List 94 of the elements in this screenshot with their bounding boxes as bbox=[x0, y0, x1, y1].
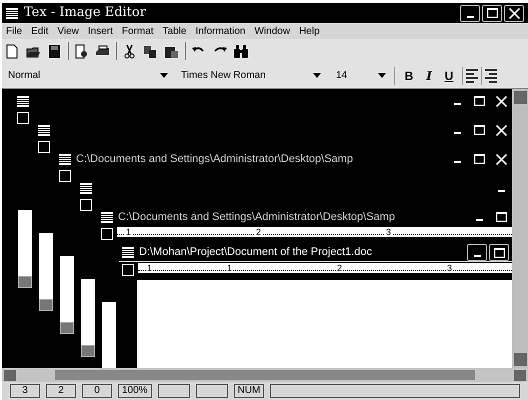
minimize-button[interactable] bbox=[460, 4, 480, 22]
ruler-corner bbox=[17, 112, 29, 124]
close-icon bbox=[496, 154, 506, 164]
binoculars-icon[interactable] bbox=[233, 44, 249, 58]
print-preview-icon[interactable] bbox=[74, 44, 90, 58]
document-icon[interactable] bbox=[6, 8, 18, 18]
dropdown-arrow-icon bbox=[378, 73, 386, 78]
close-button[interactable] bbox=[504, 4, 524, 22]
ruler-number: 2 bbox=[255, 227, 262, 237]
minimize-icon bbox=[474, 255, 480, 257]
window-title: Tex - Image Editor bbox=[24, 4, 146, 22]
vertical-scrollbar[interactable] bbox=[512, 89, 528, 368]
font-dropdown[interactable]: Times New Roman bbox=[181, 68, 321, 83]
ruler-number: 3 bbox=[446, 263, 454, 273]
scrollbar[interactable] bbox=[18, 210, 32, 288]
menu-item[interactable]: Information bbox=[195, 24, 246, 38]
menu-item[interactable]: Table bbox=[162, 24, 186, 38]
menu-item[interactable]: Help bbox=[299, 24, 320, 38]
horizontal-scrollbar[interactable] bbox=[2, 368, 528, 382]
maximize-icon bbox=[486, 8, 498, 18]
menu-item[interactable]: View bbox=[57, 24, 79, 38]
ruler-number: 3 bbox=[385, 227, 392, 237]
document-title: D:\Mohan\Project\Document of the Project1.doc bbox=[139, 245, 372, 260]
ruler-corner bbox=[80, 198, 92, 210]
close-icon bbox=[496, 124, 506, 136]
underline-button[interactable]: U bbox=[439, 66, 459, 84]
ruler-number: 2 bbox=[336, 263, 344, 273]
document-icon[interactable] bbox=[101, 212, 113, 222]
menu-item[interactable]: Window bbox=[254, 24, 290, 38]
ruler-corner bbox=[38, 140, 50, 152]
minimize-icon bbox=[476, 219, 482, 221]
scrollbar[interactable] bbox=[60, 256, 74, 334]
minimize-button[interactable] bbox=[467, 244, 487, 261]
menu-item[interactable]: Insert bbox=[88, 24, 113, 38]
minimize-icon bbox=[454, 132, 460, 134]
close-button[interactable] bbox=[493, 152, 509, 166]
document-title-bar[interactable]: C:\Documents and Settings\Administrator\Desktop\Samp bbox=[98, 208, 512, 226]
italic-button[interactable]: I bbox=[419, 66, 439, 84]
maximize-button[interactable] bbox=[482, 4, 502, 22]
maximize-icon bbox=[496, 212, 506, 222]
status-panel: 2 bbox=[46, 384, 76, 398]
maximize-button[interactable] bbox=[471, 152, 487, 166]
status-panel: 0 bbox=[82, 384, 112, 398]
close-icon bbox=[496, 96, 506, 106]
minimize-icon bbox=[466, 16, 474, 18]
document-icon[interactable] bbox=[38, 124, 50, 136]
status-panel bbox=[158, 384, 190, 398]
close-button[interactable] bbox=[493, 123, 509, 137]
ruler-corner bbox=[122, 264, 134, 276]
copy-icon[interactable] bbox=[143, 44, 159, 58]
close-button[interactable] bbox=[493, 94, 509, 108]
status-panel: 3 bbox=[10, 384, 40, 398]
maximize-button[interactable] bbox=[489, 244, 509, 261]
maximize-icon bbox=[474, 154, 484, 164]
style-dropdown[interactable]: Normal bbox=[8, 68, 168, 83]
maximize-icon bbox=[474, 96, 484, 106]
ruler-number: 1 bbox=[146, 263, 154, 273]
document-title-bar[interactable]: D:\Mohan\Project\Document of the Project1.doc bbox=[119, 244, 512, 262]
document-icon[interactable] bbox=[80, 182, 92, 194]
document-icon[interactable] bbox=[122, 247, 134, 258]
maximize-button[interactable] bbox=[471, 123, 487, 137]
scrollbar[interactable] bbox=[39, 233, 53, 311]
minimize-icon bbox=[454, 103, 460, 105]
floppy-icon[interactable] bbox=[47, 44, 63, 58]
maximize-icon bbox=[474, 125, 484, 135]
status-panel: NUM bbox=[234, 384, 264, 398]
close-icon bbox=[508, 8, 520, 18]
scrollbar[interactable] bbox=[102, 302, 116, 368]
scrollbar[interactable] bbox=[81, 279, 95, 357]
status-panel: 100% bbox=[118, 384, 152, 398]
align-right-icon[interactable] bbox=[485, 68, 497, 82]
document-title: C:\Documents and Settings\Administrator\Desktop\Samp bbox=[118, 210, 395, 225]
menu-item[interactable]: Edit bbox=[31, 24, 48, 38]
dropdown-arrow-icon bbox=[160, 73, 168, 78]
status-panel bbox=[196, 384, 228, 398]
maximize-icon bbox=[494, 248, 504, 258]
dropdown-arrow-icon bbox=[313, 73, 321, 78]
ruler-number: 1 bbox=[125, 227, 132, 237]
ruler-corner bbox=[101, 228, 113, 240]
align-left-icon[interactable] bbox=[466, 68, 478, 82]
ruler-corner bbox=[59, 170, 71, 182]
minimize-icon bbox=[454, 161, 460, 163]
menu-item[interactable]: Format bbox=[122, 24, 154, 38]
size-dropdown[interactable]: 14 bbox=[336, 68, 386, 83]
document-title: C:\Documents and Settings\Administrator\Desktop\Samp bbox=[76, 152, 353, 167]
menu-item[interactable]: File bbox=[6, 24, 22, 38]
document-title-bar[interactable]: C:\Documents and Settings\Administrator\Desktop\Samp bbox=[56, 150, 512, 168]
document-icon[interactable] bbox=[59, 154, 71, 164]
document-icon[interactable] bbox=[17, 96, 29, 106]
maximize-button[interactable] bbox=[471, 94, 487, 108]
bold-button[interactable]: B bbox=[399, 66, 419, 84]
ruler-number: 1 bbox=[226, 263, 234, 273]
minimize-icon bbox=[498, 190, 504, 192]
maximize-button[interactable] bbox=[493, 210, 509, 224]
